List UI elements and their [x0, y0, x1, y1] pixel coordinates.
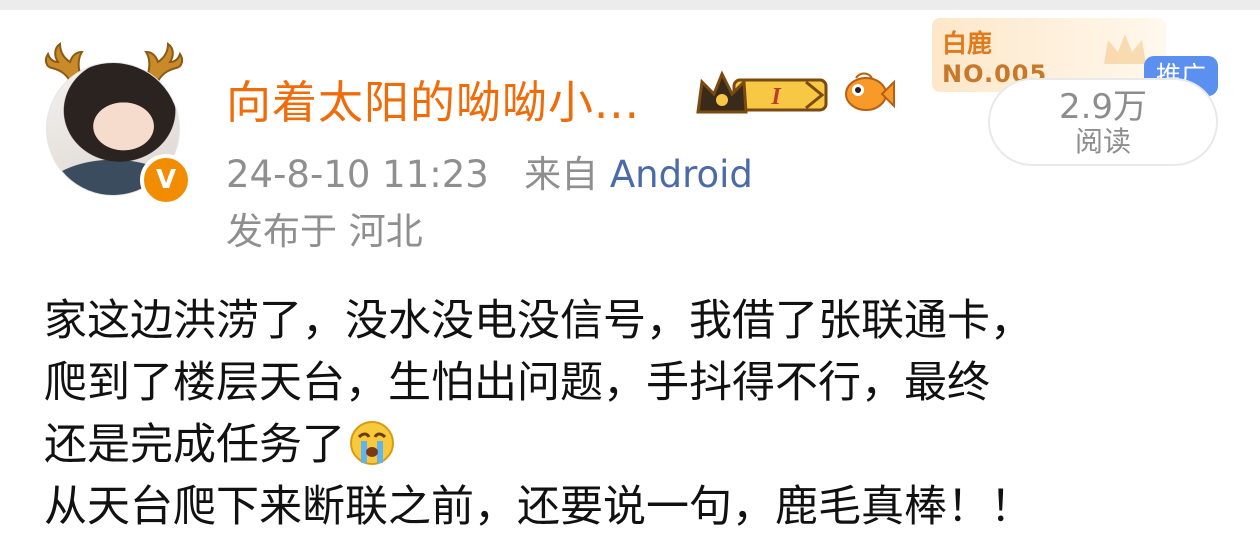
- post-line: 从天台爬下来断联之前，还要说一句，鹿毛真棒！！: [44, 482, 1033, 532]
- verified-badge-icon: V: [140, 154, 192, 206]
- post-line-with-emoji: 还是完成任务了: [44, 414, 1033, 476]
- fish-emblem-icon[interactable]: [842, 68, 896, 116]
- post-content: 家这边洪涝了，没水没电没信号，我借了张联通卡， 爬到了楼层天台，生怕出问题，手抖…: [44, 290, 1033, 538]
- post-meta: 24-8-10 11:23 来自 Android: [226, 144, 753, 198]
- username[interactable]: 向着太阳的呦呦小...: [226, 66, 640, 131]
- source-link[interactable]: Android: [610, 153, 753, 196]
- read-count: 2.9万: [1058, 87, 1148, 127]
- post-time: 24-8-10 11:23: [226, 153, 489, 196]
- post-line: 还是完成任务了: [44, 420, 345, 470]
- post-line: 爬到了楼层天台，生怕出问题，手抖得不行，最终: [44, 358, 990, 408]
- post-location: 发布于 河北: [226, 210, 423, 253]
- top-divider: [0, 0, 1260, 10]
- avatar-container[interactable]: V: [40, 40, 200, 206]
- crown-deco-icon: [1104, 34, 1146, 64]
- fan-card-name: 白鹿: [942, 29, 993, 58]
- post-line: 家这边洪涝了，没水没电没信号，我借了张联通卡，: [44, 296, 1033, 346]
- source-prefix: 来自: [524, 153, 599, 196]
- read-label: 阅读: [1074, 125, 1131, 158]
- crying-face-icon: [350, 421, 394, 465]
- fan-level-crown-badge[interactable]: I: [694, 68, 832, 118]
- read-count-box[interactable]: 2.9万 阅读: [988, 78, 1218, 166]
- level-number: I: [770, 84, 782, 110]
